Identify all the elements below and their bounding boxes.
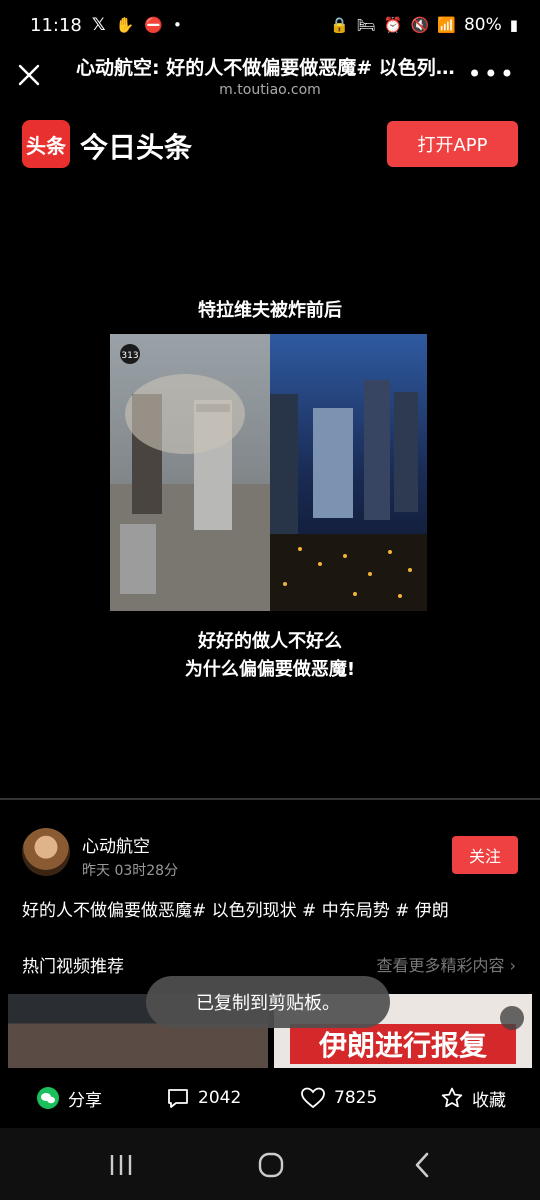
browser-bar: 心动航空: 好的人不做偏要做恶魔# 以色列现状 # 中东局势 # 伊朗 m.to… bbox=[0, 50, 540, 106]
avatar[interactable] bbox=[22, 828, 70, 876]
recommend-more-link[interactable]: 查看更多精彩内容 › bbox=[376, 952, 516, 976]
author-name[interactable]: 心动航空 bbox=[82, 832, 150, 857]
battery-icon: ▮ bbox=[509, 15, 518, 34]
divider bbox=[0, 798, 540, 800]
back-icon[interactable] bbox=[408, 1150, 438, 1180]
toutiao-logo: 头条 bbox=[22, 120, 70, 168]
do-not-disturb-icon: ⛔ bbox=[144, 15, 163, 34]
status-time: 11:18 bbox=[30, 14, 82, 36]
more-options-icon[interactable]: ••• bbox=[468, 60, 516, 88]
recent-apps-icon[interactable] bbox=[106, 1150, 136, 1180]
status-bar: 11:18 𝕏 ✋ ⛔ • 🔒 🛏 ⏰ 🔇 📶 80% ▮ bbox=[0, 0, 540, 50]
post-description: 好的人不做偏要做恶魔# 以色列现状 # 中东局势 # 伊朗 bbox=[22, 901, 449, 921]
chevron-right-icon: › bbox=[509, 956, 516, 975]
action-bar: 分享 2042 7825 收藏 bbox=[0, 1068, 540, 1128]
like-button[interactable]: 7825 bbox=[300, 1068, 377, 1128]
video-caption-line2: 为什么偏偏要做恶魔! bbox=[184, 659, 356, 680]
page-title: 心动航空: 好的人不做偏要做恶魔# 以色列现状 # 中东局势 # 伊朗 bbox=[76, 57, 458, 79]
wifi-icon: 📶 bbox=[437, 15, 456, 34]
notification-dot-icon: • bbox=[172, 15, 182, 34]
share-button[interactable]: 分享 bbox=[36, 1068, 102, 1128]
recommend-more-label: 查看更多精彩内容 bbox=[376, 956, 505, 975]
heart-icon bbox=[301, 1087, 325, 1109]
home-icon[interactable] bbox=[256, 1150, 286, 1180]
comments-count: 2042 bbox=[198, 1088, 242, 1108]
author-block: 心动航空 昨天 03时28分 关注 bbox=[22, 828, 518, 884]
lock-icon: 🔒 bbox=[330, 15, 349, 34]
app-header: 头条 今日头条 打开APP bbox=[0, 106, 540, 184]
favorite-label: 收藏 bbox=[472, 1090, 506, 1111]
open-app-button[interactable]: 打开APP bbox=[387, 121, 518, 167]
comment-button[interactable]: 2042 bbox=[166, 1068, 241, 1128]
wechat-icon bbox=[37, 1087, 59, 1109]
video-caption-top: 特拉维夫被炸前后 bbox=[198, 300, 342, 321]
toast-message: 已复制到剪贴板。 bbox=[146, 976, 390, 1028]
battery-percent: 80% bbox=[463, 15, 502, 35]
star-icon bbox=[441, 1087, 463, 1108]
video-caption-line1: 好好的做人不好么 bbox=[198, 631, 342, 652]
bed-icon: 🛏 bbox=[356, 15, 376, 34]
video-frame-image: 313 bbox=[110, 334, 427, 611]
post-time: 昨天 03时28分 bbox=[82, 863, 179, 879]
play-icon bbox=[500, 1006, 524, 1030]
comment-icon bbox=[168, 1089, 188, 1108]
system-nav-bar bbox=[0, 1128, 540, 1200]
follow-button[interactable]: 关注 bbox=[452, 836, 518, 874]
hand-icon: ✋ bbox=[115, 15, 135, 34]
frame-badge: 313 bbox=[121, 351, 138, 361]
app-name: 今日头条 bbox=[80, 131, 193, 164]
recommend-title: 热门视频推荐 bbox=[22, 957, 124, 977]
share-label: 分享 bbox=[68, 1090, 102, 1111]
mute-icon: 🔇 bbox=[410, 15, 430, 34]
alarm-icon: ⏰ bbox=[383, 15, 403, 34]
video-player[interactable]: 特拉维夫被炸前后 313 好好的做人不好么 为什么偏偏要做恶魔! bbox=[0, 184, 540, 798]
favorite-button[interactable]: 收藏 bbox=[440, 1068, 506, 1128]
x-app-icon: 𝕏 bbox=[91, 14, 106, 35]
likes-count: 7825 bbox=[334, 1088, 378, 1108]
thumbnail-banner: 伊朗进行报复 bbox=[290, 1024, 516, 1064]
page-url: m.toutiao.com bbox=[219, 82, 321, 98]
video-caption-bottom: 好好的做人不好么 为什么偏偏要做恶魔! bbox=[0, 628, 540, 684]
